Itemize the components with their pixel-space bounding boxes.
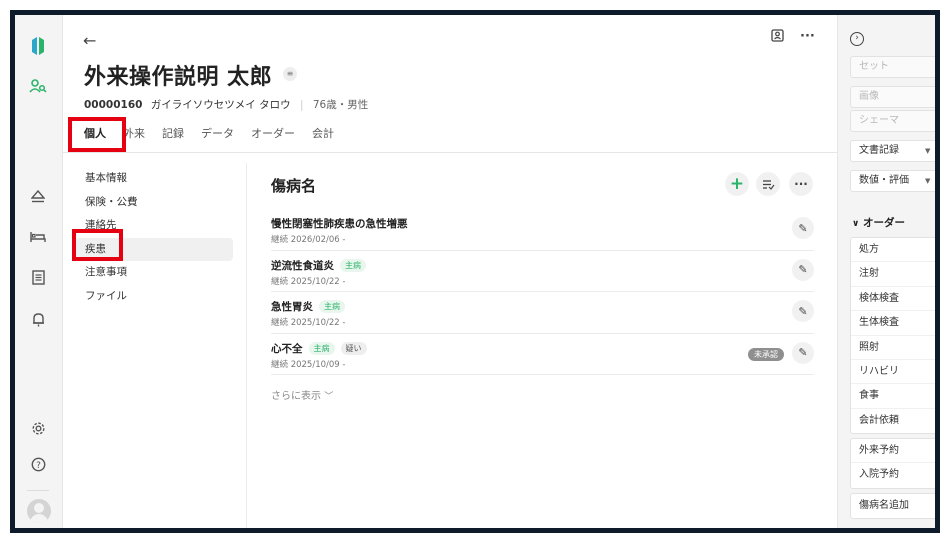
dropdown-caret-icon: ▼ (925, 147, 931, 155)
show-more-link[interactable]: さらに表示 ﹀ (271, 387, 333, 402)
outpatient-reservation[interactable]: 外来予約 (851, 439, 935, 464)
section-disease[interactable]: 疾患 (75, 237, 233, 261)
add-disease-name-button[interactable]: 傷病名追加 (851, 494, 935, 518)
info-divider: | (299, 99, 304, 111)
unconfirmed-badge: 未承認 (748, 347, 784, 361)
section-notes[interactable]: 注意事項 (75, 261, 233, 285)
disease-list: 慢性閉塞性肺疾患の急性増悪 継続 2026/02/06 - ✎ 逆流性食道炎 主… (271, 209, 814, 375)
document-record-button[interactable]: 文書記録 ▼ (850, 140, 935, 162)
numeric-eval-button[interactable]: 数値・評価 ▼ (850, 170, 935, 192)
section-insurance[interactable]: 保険・公費 (75, 191, 233, 215)
section-divider (246, 163, 247, 528)
schema-button[interactable]: シェーマ (850, 110, 935, 132)
disease-name: 慢性閉塞性肺疾患の急性増悪 (271, 218, 408, 230)
order-prescription[interactable]: 処方 (851, 238, 935, 263)
main-tabs: 個人 外来 記録 データ オーダー 会計 (84, 125, 351, 153)
order-physiological-test[interactable]: 生体検査 (851, 311, 935, 336)
document-record-label: 文書記録 (859, 145, 899, 156)
app-sidebar: ? (15, 15, 63, 528)
back-arrow-icon[interactable]: ← (83, 31, 96, 50)
patient-name: 外来操作説明 太郎 (84, 65, 273, 90)
image-button[interactable]: 画像 (850, 86, 935, 108)
patient-info: 00000160 ガイライソウセツメイ タロウ | 76歳・男性 (84, 97, 368, 112)
section-nav: 基本情報 保険・公費 連絡先 疾患 注意事項 ファイル (75, 167, 233, 308)
edit-pencil-icon[interactable]: ✎ (792, 217, 814, 239)
inpatient-reservation[interactable]: 入院予約 (851, 463, 935, 487)
numeric-eval-label: 数値・評価 (859, 175, 909, 186)
edit-pencil-icon[interactable]: ✎ (792, 258, 814, 281)
disease-date: 継続 2025/10/09 - (271, 359, 346, 370)
tab-orders[interactable]: オーダー (251, 125, 295, 153)
tabs-divider (63, 152, 838, 153)
order-specimen-test[interactable]: 検体検査 (851, 287, 935, 312)
bell-icon[interactable] (27, 308, 49, 330)
settings-gear-icon[interactable] (27, 417, 49, 439)
rail-divider (27, 490, 49, 491)
list-item[interactable]: 急性胃炎 主病 継続 2025/10/22 - ✎ (271, 292, 814, 334)
order-meal[interactable]: 食事 (851, 384, 935, 409)
section-basic-info[interactable]: 基本情報 (75, 167, 233, 191)
id-badge-icon[interactable] (771, 29, 784, 46)
patient-age-sex: 76歳・男性 (312, 99, 369, 111)
section-files[interactable]: ファイル (75, 285, 233, 309)
right-panel: › セット 画像 シェーマ 文書記録 ▼ 数値・評価 ▼ ∨ オーダー 処方 注… (837, 15, 935, 528)
dropdown-caret-icon: ▼ (925, 177, 931, 185)
more-horizontal-icon[interactable]: ··· (800, 29, 815, 46)
main-disease-badge: 主病 (319, 300, 345, 313)
section-contact[interactable]: 連絡先 (75, 214, 233, 238)
edit-pencil-icon[interactable]: ✎ (792, 300, 814, 322)
screenshot-frame: ? ← ··· 外来操作説明 太郎 ≡ 00000160 ガイライソウセツメイ … (10, 10, 940, 533)
patient-id: 00000160 (84, 99, 143, 111)
app-logo-icon[interactable] (27, 35, 49, 57)
tab-data[interactable]: データ (201, 125, 234, 153)
patient-kana: ガイライソウセツメイ タロウ (150, 99, 291, 111)
disease-name: 急性胃炎 (271, 301, 313, 313)
chevron-down-icon: ﹀ (324, 392, 334, 402)
tab-billing[interactable]: 会計 (312, 125, 334, 153)
tab-records[interactable]: 記録 (162, 125, 184, 153)
list-item[interactable]: 心不全 主病 疑い 継続 2025/10/09 - 未承認 ✎ (271, 334, 814, 375)
list-icon[interactable] (27, 266, 49, 288)
collapse-panel-icon[interactable]: › (850, 32, 864, 46)
order-rehab[interactable]: リハビリ (851, 360, 935, 385)
add-disease-button[interactable]: + (725, 172, 749, 196)
order-section-header[interactable]: ∨ オーダー (852, 215, 905, 230)
reservation-list: 外来予約 入院予約 (850, 438, 935, 489)
show-more-label: さらに表示 (271, 391, 321, 402)
order-radiation[interactable]: 照射 (851, 336, 935, 360)
eject-icon[interactable] (27, 185, 49, 207)
svg-text:?: ? (36, 461, 41, 471)
disease-date: 継続 2025/10/22 - (271, 318, 346, 328)
disease-section-title: 傷病名 (271, 177, 317, 195)
add-disease-panel: 傷病名追加 (850, 493, 935, 520)
header-actions: ··· (771, 29, 815, 46)
main-disease-badge: 主病 (340, 258, 366, 272)
disease-name: 心不全 (271, 342, 303, 355)
order-billing-request[interactable]: 会計依頼 (851, 409, 935, 433)
list-item[interactable]: 逆流性食道炎 主病 継続 2025/10/22 - ✎ (271, 251, 814, 292)
plus-icon: + (729, 174, 745, 194)
patient-search-icon[interactable] (27, 75, 49, 97)
edit-pencil-icon[interactable]: ✎ (792, 341, 814, 364)
sort-button[interactable] (756, 172, 780, 196)
disease-name: 逆流性食道炎 (271, 259, 334, 272)
sort-list-icon (762, 179, 774, 190)
chevron-down-icon: ∨ (852, 219, 860, 229)
more-options-button[interactable]: ··· (789, 172, 813, 196)
order-header-label: オーダー (862, 217, 905, 229)
main-disease-badge: 主病 (308, 341, 335, 355)
user-avatar[interactable] (27, 499, 51, 523)
list-item[interactable]: 慢性閉塞性肺疾患の急性増悪 継続 2026/02/06 - ✎ (271, 209, 814, 251)
tab-personal[interactable]: 個人 (84, 125, 106, 153)
suspected-badge: 疑い (340, 341, 367, 355)
memo-icon[interactable]: ≡ (283, 67, 297, 81)
tab-outpatient[interactable]: 外来 (123, 125, 145, 153)
set-button[interactable]: セット (850, 56, 935, 78)
disease-date: 継続 2026/02/06 - (271, 235, 346, 245)
bed-icon[interactable] (27, 226, 49, 248)
order-injection[interactable]: 注射 (851, 262, 935, 287)
disease-date: 継続 2025/10/22 - (271, 276, 346, 287)
help-icon[interactable]: ? (27, 453, 49, 475)
order-list: 処方 注射 検体検査 生体検査 照射 リハビリ 食事 会計依頼 (850, 237, 935, 435)
